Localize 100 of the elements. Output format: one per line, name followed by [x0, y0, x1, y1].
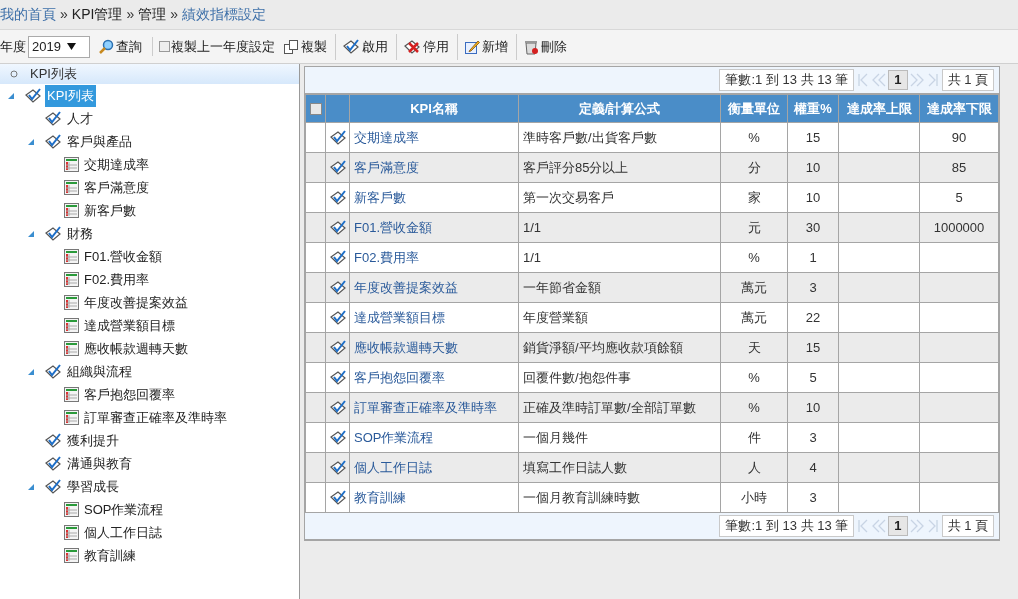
next-page-icon[interactable]: [909, 517, 924, 535]
kpi-name-link[interactable]: 應收帳款週轉天數: [349, 332, 519, 363]
expanded-triangle-icon[interactable]: [27, 229, 35, 238]
expanded-triangle-icon[interactable]: [27, 137, 35, 146]
breadcrumb-item: KPI管理: [71, 5, 123, 24]
expanded-triangle-icon[interactable]: [27, 482, 35, 491]
copy-previous-year-checkbox[interactable]: 複製上一年度設定: [152, 36, 275, 57]
table-cell: 天: [720, 332, 788, 363]
table-cell: 1/1: [518, 242, 721, 273]
table-cell: 30: [787, 212, 839, 243]
folder-check-icon: [44, 478, 62, 495]
toolbar-disable-button[interactable]: 停用: [396, 33, 455, 60]
record-count: 筆數:1 到 13 共 13 筆: [719, 69, 855, 91]
column-header[interactable]: 達成率上限: [838, 94, 920, 123]
table-cell: %: [720, 122, 788, 153]
kpi-name-link[interactable]: SOP作業流程: [349, 422, 519, 453]
enabled-check-icon: [328, 219, 347, 236]
enabled-check-icon: [328, 189, 347, 206]
enabled-check-icon: [328, 129, 347, 146]
tree-item[interactable]: 客戶抱怨回覆率: [82, 383, 177, 406]
folder-check-icon: [44, 110, 62, 127]
breadcrumb-item: 管理: [138, 5, 167, 24]
column-header[interactable]: 定義/計算公式: [518, 94, 721, 123]
column-header[interactable]: 達成率下限: [919, 94, 999, 123]
table-cell: 分: [720, 152, 788, 183]
tree-item[interactable]: 個人工作日誌: [82, 521, 164, 544]
enabled-check-icon: [328, 369, 347, 386]
table-cell: 正確及準時訂單數/全部訂單數: [518, 392, 721, 423]
tree-item[interactable]: 訂單審查正確率及準時率: [82, 406, 229, 429]
kpi-name-link[interactable]: 訂單審查正確率及準時率: [349, 392, 519, 423]
table-cell: %: [720, 392, 788, 423]
column-header[interactable]: KPI名稱: [349, 94, 519, 123]
table-icon: [64, 548, 79, 563]
kpi-name-link[interactable]: 個人工作日誌: [349, 452, 519, 483]
breadcrumb-link[interactable]: 績效指標設定: [181, 4, 266, 25]
table-icon: [64, 295, 79, 310]
tree-item[interactable]: 客戶滿意度: [82, 176, 151, 199]
table-icon: [64, 157, 79, 172]
previous-page-icon[interactable]: [872, 517, 887, 535]
toolbar-search-button[interactable]: 查詢: [92, 33, 148, 60]
kpi-name-link[interactable]: 達成營業額目標: [349, 302, 519, 333]
kpi-name-link[interactable]: 客戶抱怨回覆率: [349, 362, 519, 393]
breadcrumb-link[interactable]: 我的首頁: [0, 4, 56, 25]
table-cell: 銷貨淨額/平均應收款項餘額: [518, 332, 721, 363]
table-cell: 1/1: [518, 212, 721, 243]
table-cell: 第一次交易客戶: [518, 182, 721, 213]
tree-item[interactable]: 學習成長: [65, 475, 121, 498]
tree-item[interactable]: 達成營業額目標: [82, 314, 177, 337]
expanded-triangle-icon[interactable]: [7, 91, 15, 100]
tree-item[interactable]: 新客戶數: [82, 199, 138, 222]
tree-item[interactable]: 教育訓練: [82, 544, 138, 567]
column-header[interactable]: 衡量單位: [720, 94, 788, 123]
toolbar-add-button[interactable]: 新增: [457, 33, 514, 60]
table-cell: 15: [787, 332, 839, 363]
check-icon: [342, 38, 360, 55]
enabled-check-icon: [328, 309, 347, 326]
tree-item[interactable]: 年度改善提案效益: [82, 291, 190, 314]
table-icon: [64, 502, 79, 517]
tree-item[interactable]: 應收帳款週轉天數: [82, 337, 190, 360]
tree-item[interactable]: 客戶與產品: [65, 130, 134, 153]
expanded-triangle-icon[interactable]: [27, 367, 35, 376]
kpi-name-link[interactable]: 年度改善提案效益: [349, 272, 519, 303]
tree-item[interactable]: 財務: [65, 222, 95, 245]
next-page-icon[interactable]: [909, 71, 924, 89]
tree-item[interactable]: SOP作業流程: [82, 498, 166, 521]
enabled-check-icon: [328, 339, 347, 356]
tree-item[interactable]: F02.費用率: [82, 268, 151, 291]
year-select[interactable]: 2019: [28, 35, 90, 58]
table-cell: 85: [919, 152, 999, 183]
toolbar-copy-button[interactable]: 複製: [277, 33, 333, 60]
tree-item[interactable]: 組織與流程: [65, 360, 134, 383]
table-cell: 1: [787, 242, 839, 273]
tree-item[interactable]: 人才: [65, 107, 95, 130]
kpi-name-link[interactable]: 交期達成率: [349, 122, 519, 153]
table-cell: 1000000: [919, 212, 999, 243]
tree-item[interactable]: 溝通與教育: [65, 452, 134, 475]
table-cell: 5: [787, 362, 839, 393]
kpi-name-link[interactable]: 客戶滿意度: [349, 152, 519, 183]
table-icon: [64, 410, 79, 425]
tree-item[interactable]: F01.營收金額: [82, 245, 164, 268]
kpi-name-link[interactable]: 新客戶數: [349, 182, 519, 213]
column-header[interactable]: 權重%: [787, 94, 839, 123]
page-number[interactable]: 1: [888, 516, 908, 536]
table-cell: 4: [787, 452, 839, 483]
kpi-name-link[interactable]: 教育訓練: [349, 482, 519, 513]
enabled-check-icon: [328, 489, 347, 506]
kpi-name-link[interactable]: F02.費用率: [349, 242, 519, 273]
tree-item[interactable]: 交期達成率: [82, 153, 151, 176]
previous-page-icon[interactable]: [872, 71, 887, 89]
table-cell: 萬元: [720, 272, 788, 303]
tree-item[interactable]: 獲利提升: [65, 429, 121, 452]
toolbar-delete-button[interactable]: 刪除: [516, 33, 573, 60]
enabled-check-icon: [328, 399, 347, 416]
kpi-name-link[interactable]: F01.營收金額: [349, 212, 519, 243]
toolbar-enable-button[interactable]: 啟用: [335, 33, 394, 60]
page-number[interactable]: 1: [888, 70, 908, 90]
breadcrumb-separator: »: [170, 5, 178, 24]
table-cell: 一個月教育訓練時數: [518, 482, 721, 513]
select-all-checkbox[interactable]: [309, 103, 322, 116]
enabled-check-icon: [328, 279, 347, 296]
